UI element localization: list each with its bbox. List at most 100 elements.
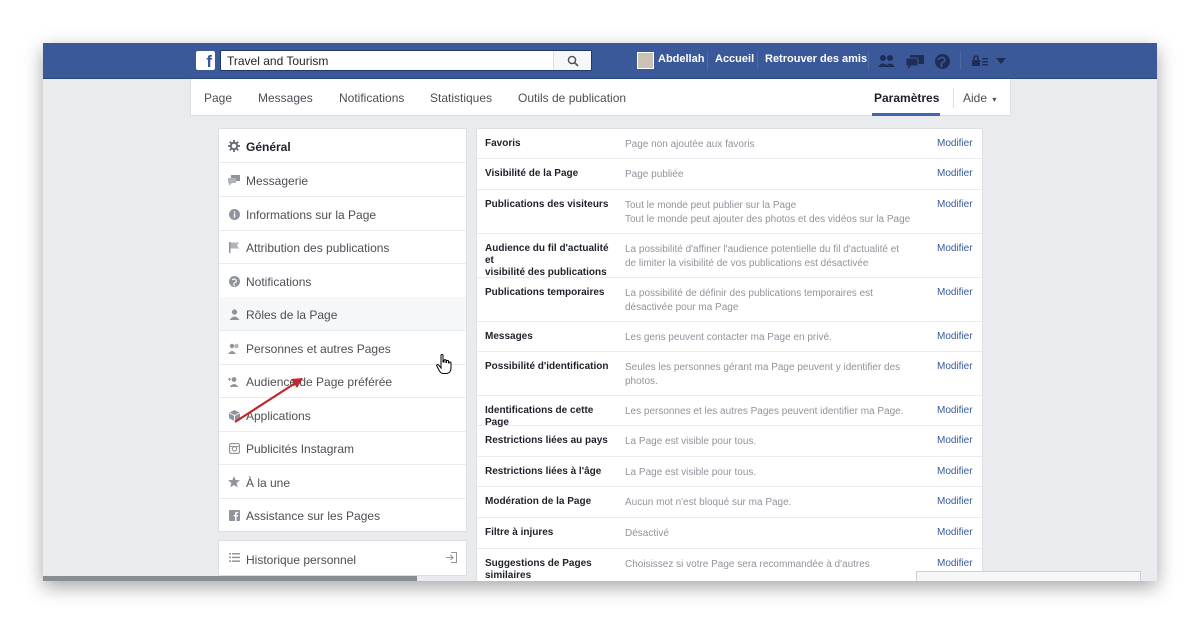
- setting-value-line: photos.: [625, 376, 658, 387]
- sidebar-item-notifications[interactable]: Notifications: [219, 264, 466, 298]
- settings-row: Possibilité d'identification Seules les p…: [477, 352, 982, 396]
- edit-link[interactable]: Modifier: [937, 287, 973, 298]
- gear-icon: [228, 140, 240, 152]
- search-input[interactable]: [227, 53, 547, 68]
- setting-value-line: La possibilité d'affiner l'audience pote…: [625, 244, 900, 255]
- setting-name-line: Visibilité de la Page: [485, 168, 579, 179]
- settings-row: Audience du fil d'actualité et visibilité…: [477, 234, 982, 278]
- facebook-logo[interactable]: f: [196, 51, 215, 70]
- setting-name: Publications temporaires: [485, 287, 617, 299]
- tab-publishing-tools[interactable]: Outils de publication: [518, 91, 626, 105]
- chevron-down-icon: ▾: [992, 95, 997, 104]
- setting-name-line: Publications temporaires: [485, 287, 605, 298]
- edit-link[interactable]: Modifier: [937, 466, 973, 477]
- active-tab-indicator: [872, 113, 940, 116]
- annotation-arrow-icon: [234, 378, 303, 423]
- flag-icon: [228, 241, 240, 253]
- setting-value: Désactivé: [625, 527, 923, 541]
- setting-value-line: Les personnes et les autres Pages peuven…: [625, 406, 904, 417]
- tab-notifications[interactable]: Notifications: [339, 91, 404, 105]
- hand-cursor-icon: [436, 354, 452, 374]
- edit-link[interactable]: Modifier: [937, 405, 973, 416]
- messages-icon[interactable]: [905, 52, 925, 70]
- setting-value-line: de limiter la visibilité de vos publicat…: [625, 258, 869, 269]
- general-settings-list: Favoris Page non ajoutée aux favoris Modif…: [476, 128, 983, 581]
- setting-name-line: Suggestions de Pages: [485, 558, 592, 569]
- help-menu[interactable]: Aide ▾: [963, 91, 996, 105]
- tab-settings[interactable]: Paramètres: [874, 91, 939, 105]
- sidebar-item-people-and-pages[interactable]: Personnes et autres Pages: [219, 331, 466, 365]
- setting-name: Messages: [485, 331, 617, 343]
- home-link[interactable]: Accueil: [715, 53, 754, 65]
- friend-requests-icon[interactable]: [877, 52, 897, 70]
- settings-row: Visibilité de la Page Page publiée Modifie…: [477, 159, 982, 190]
- notifications-globe-icon[interactable]: [933, 52, 951, 70]
- top-bar: f Abdellah Accueil Retrouver des amis: [43, 43, 1157, 79]
- sidebar-item-post-attribution[interactable]: Attribution des publications: [219, 230, 466, 264]
- find-friends-link[interactable]: Retrouver des amis: [765, 53, 867, 65]
- tab-page[interactable]: Page: [204, 91, 232, 105]
- sidebar-item-messaging[interactable]: Messagerie: [219, 163, 466, 197]
- setting-name: Modération de la Page: [485, 496, 617, 508]
- setting-value: Aucun mot n'est bloqué sur ma Page.: [625, 496, 923, 510]
- setting-value: Page publiée: [625, 168, 923, 182]
- setting-value: La Page est visible pour tous.: [625, 466, 923, 480]
- sidebar-item-instagram-ads[interactable]: Publicités Instagram: [219, 431, 466, 465]
- edit-link[interactable]: Modifier: [937, 527, 973, 538]
- sidebar-item-general[interactable]: Général: [219, 129, 466, 163]
- help-label: Aide: [963, 91, 988, 105]
- chat-sidebar-tab[interactable]: [916, 571, 1141, 581]
- sidebar-item-label: Publicités Instagram: [246, 442, 355, 456]
- facebook-icon: [228, 509, 240, 521]
- setting-value: La possibilité d'affiner l'audience pote…: [625, 243, 923, 271]
- edit-link[interactable]: Modifier: [937, 496, 973, 507]
- setting-name-line: Modération de la Page: [485, 496, 592, 507]
- setting-value-line: Désactivé: [625, 528, 669, 539]
- setting-name-line: Messages: [485, 331, 533, 342]
- search-button[interactable]: [553, 51, 591, 70]
- edit-link[interactable]: Modifier: [937, 435, 973, 446]
- sidebar-item-featured[interactable]: À la une: [219, 465, 466, 499]
- tab-messages[interactable]: Messages: [258, 91, 313, 105]
- star-icon: [228, 476, 240, 488]
- setting-name: Possibilité d'identification: [485, 361, 617, 373]
- sidebar-item-label: Notifications: [246, 275, 312, 289]
- edit-link[interactable]: Modifier: [937, 138, 973, 149]
- privacy-lock-icon[interactable]: [971, 52, 989, 70]
- avatar[interactable]: [637, 52, 654, 69]
- setting-name: Filtre à injures: [485, 527, 617, 539]
- edit-link[interactable]: Modifier: [937, 331, 973, 342]
- settings-row: Messages Les gens peuvent contacter ma Pa…: [477, 322, 982, 352]
- settings-row: Filtre à injures Désactivé Modifier: [477, 518, 982, 549]
- edit-link[interactable]: Modifier: [937, 199, 973, 210]
- instagram-icon: [228, 442, 240, 454]
- search-icon: [567, 55, 579, 67]
- activity-log-label: Historique personnel: [246, 553, 357, 567]
- edit-link[interactable]: Modifier: [937, 558, 973, 569]
- settings-row: Identifications de cette Page Les personn…: [477, 396, 982, 428]
- setting-value: Page non ajoutée aux favoris: [625, 138, 923, 152]
- sidebar-item-label: Rôles de la Page: [246, 308, 338, 322]
- setting-value-line: désactivée pour ma Page: [625, 302, 739, 313]
- search-box[interactable]: [220, 50, 592, 71]
- edit-link[interactable]: Modifier: [937, 243, 973, 254]
- sidebar-item-page-roles[interactable]: Rôles de la Page: [219, 297, 466, 331]
- sidebar-item-label: Attribution des publications: [246, 241, 390, 255]
- setting-value-line: Page publiée: [625, 169, 684, 180]
- setting-name: Publications des visiteurs: [485, 199, 617, 211]
- profile-link[interactable]: Abdellah: [658, 53, 704, 65]
- sidebar-item-page-info[interactable]: Informations sur la Page: [219, 197, 466, 231]
- speech-bubbles-icon: [228, 174, 240, 186]
- horizontal-scrollbar[interactable]: [43, 576, 417, 581]
- dropdown-caret-icon[interactable]: [995, 52, 1007, 70]
- setting-name: Favoris: [485, 138, 617, 150]
- sidebar-item-page-support[interactable]: Assistance sur les Pages: [219, 498, 466, 532]
- activity-log-link[interactable]: Historique personnel: [218, 540, 467, 576]
- settings-row: Favoris Page non ajoutée aux favoris Modif…: [477, 129, 982, 159]
- edit-link[interactable]: Modifier: [937, 168, 973, 179]
- tab-statistics[interactable]: Statistiques: [430, 91, 492, 105]
- setting-value-line: Les gens peuvent contacter ma Page en pr…: [625, 332, 832, 343]
- person-icon: [228, 308, 240, 320]
- edit-link[interactable]: Modifier: [937, 361, 973, 372]
- divider: [960, 52, 961, 70]
